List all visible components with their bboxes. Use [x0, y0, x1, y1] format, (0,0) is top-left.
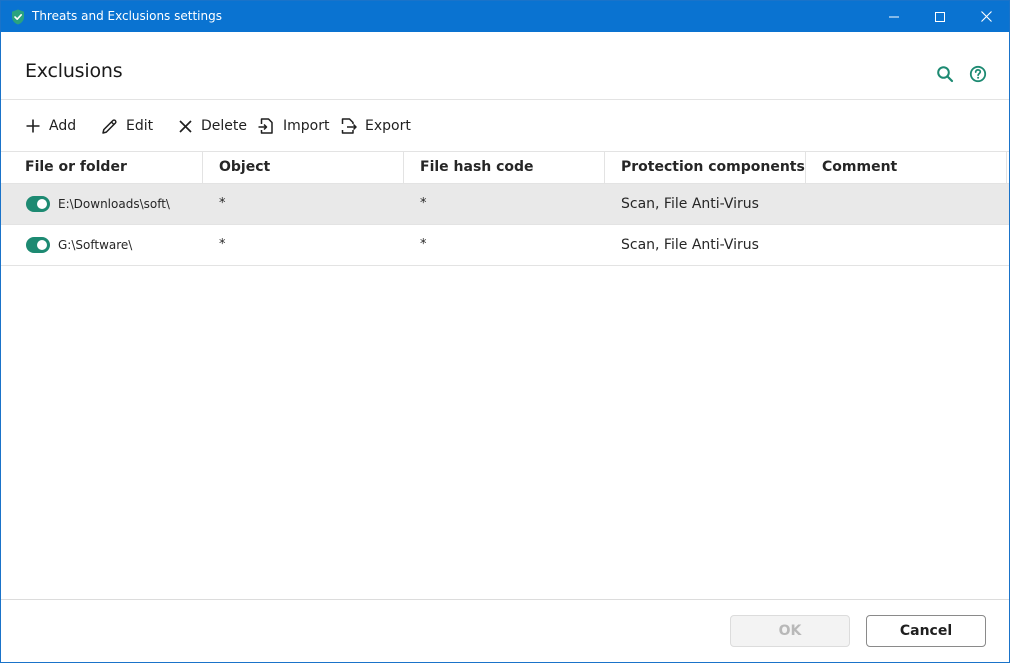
cancel-button[interactable]: Cancel [866, 615, 986, 647]
footer-divider [1, 599, 1009, 600]
add-label: Add [49, 118, 77, 134]
close-button[interactable] [963, 1, 1009, 32]
export-icon [341, 118, 357, 134]
delete-label: Delete [201, 118, 247, 134]
export-label: Export [365, 118, 411, 134]
exclusion-toggle[interactable] [26, 196, 50, 212]
settings-window: Threats and Exclusions settings Exclusio… [0, 0, 1010, 663]
minimize-button[interactable] [871, 1, 917, 32]
file-or-folder-cell: E:\Downloads\soft\ [58, 197, 170, 211]
column-header-comment[interactable]: Comment [806, 152, 1007, 183]
import-button[interactable]: Import [258, 115, 329, 137]
column-header-file-hash-code[interactable]: File hash code [404, 152, 605, 183]
ok-button: OK [730, 615, 850, 647]
edit-button[interactable]: Edit [101, 115, 153, 137]
add-button[interactable]: Add [25, 115, 76, 137]
table-header: File or folder Object File hash code Pro… [1, 151, 1009, 184]
search-icon[interactable] [936, 65, 954, 83]
minimize-icon [889, 16, 899, 17]
page-title: Exclusions [25, 60, 123, 82]
help-icon[interactable] [969, 65, 987, 83]
window-title: Threats and Exclusions settings [32, 9, 222, 23]
import-icon [258, 118, 273, 134]
plus-icon [26, 119, 40, 133]
file-hash-cell: * [420, 196, 427, 211]
file-hash-cell: * [420, 237, 427, 252]
exclusion-toggle[interactable] [26, 237, 50, 253]
title-bar[interactable]: Threats and Exclusions settings [1, 1, 1009, 32]
edit-label: Edit [126, 118, 154, 134]
pencil-icon [102, 118, 117, 134]
header-divider [1, 99, 1009, 100]
maximize-icon [935, 11, 945, 22]
object-cell: * [219, 196, 226, 211]
import-label: Import [283, 118, 330, 134]
protection-components-cell: Scan, File Anti-Virus [621, 237, 759, 253]
column-header-protection-components[interactable]: Protection components [605, 152, 806, 183]
object-cell: * [219, 237, 226, 252]
close-icon [980, 11, 992, 22]
export-button[interactable]: Export [340, 115, 411, 137]
column-header-file-or-folder[interactable]: File or folder [1, 152, 203, 183]
maximize-button[interactable] [917, 1, 963, 32]
shield-icon [11, 9, 25, 25]
table-row[interactable]: E:\Downloads\soft\ * * Scan, File Anti-V… [1, 184, 1009, 225]
delete-icon [179, 119, 192, 133]
file-or-folder-cell: G:\Software\ [58, 238, 133, 252]
table-row[interactable]: G:\Software\ * * Scan, File Anti-Virus [1, 225, 1009, 266]
delete-button[interactable]: Delete [178, 115, 247, 137]
column-header-object[interactable]: Object [203, 152, 404, 183]
protection-components-cell: Scan, File Anti-Virus [621, 196, 759, 212]
